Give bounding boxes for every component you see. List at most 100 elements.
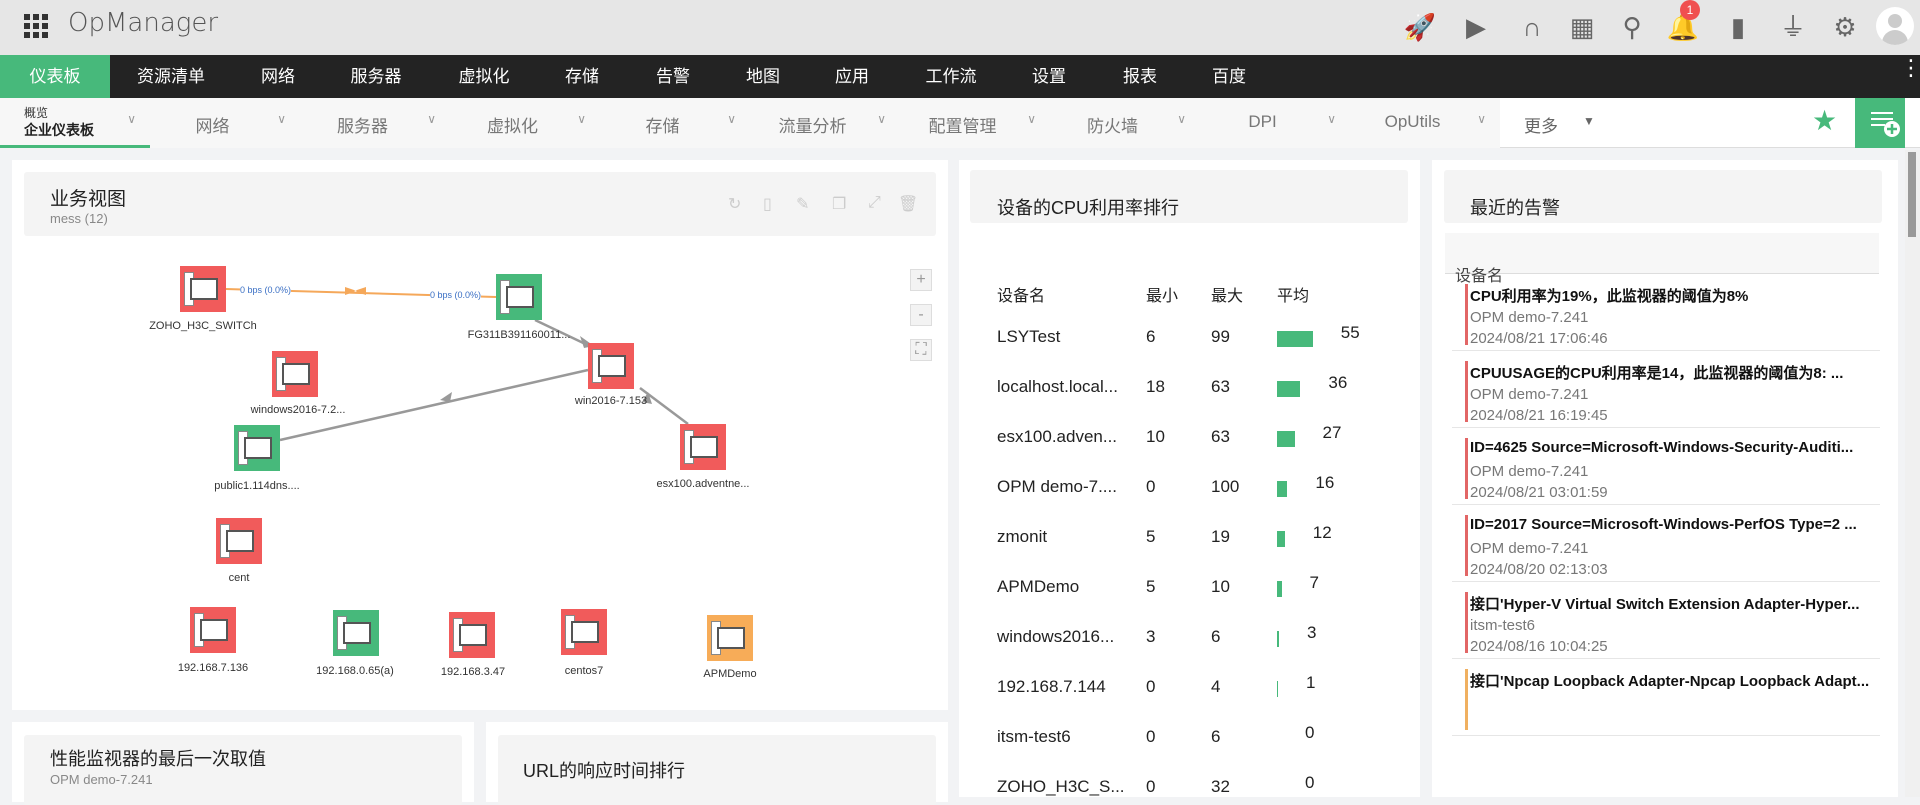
avg-value: 16 — [1315, 473, 1335, 492]
node-label: 192.168.0.65(a) — [316, 665, 394, 677]
node-label: APMDemo — [703, 668, 757, 680]
topology-node[interactable] — [234, 425, 280, 471]
topology-node[interactable] — [561, 609, 607, 655]
device-name[interactable]: OPM demo-7.... — [997, 477, 1117, 497]
node-label: ZOHO_H3C_SWITCh — [149, 320, 257, 332]
cpu-table-row: localhost.local... 18 63 36 — [997, 373, 1397, 401]
device-name[interactable]: itsm-test6 — [997, 727, 1071, 747]
monitor-icon — [506, 286, 534, 308]
severity-bar — [1465, 592, 1468, 653]
alert-title[interactable]: ID=2017 Source=Microsoft-Windows-PerfOS … — [1470, 516, 1870, 533]
panel-title: 性能监视器的最后一次取值 — [50, 749, 266, 769]
avg-bar — [1277, 631, 1279, 647]
zoom-in-button[interactable]: + — [910, 269, 932, 291]
avg-value: 0 — [1305, 773, 1315, 792]
topology-node[interactable] — [449, 612, 495, 658]
topology-node[interactable] — [180, 266, 226, 312]
avg-value: 1 — [1306, 673, 1316, 692]
topology-node[interactable] — [272, 351, 318, 397]
monitor-icon — [598, 355, 626, 377]
severity-bar — [1465, 515, 1468, 576]
topology-node[interactable] — [707, 615, 753, 661]
device-name[interactable]: ZOHO_H3C_S... — [997, 777, 1125, 797]
scrollbar[interactable] — [1905, 150, 1920, 797]
monitor-icon — [244, 437, 272, 459]
device-name[interactable]: localhost.local... — [997, 377, 1118, 397]
cpu-table-row: OPM demo-7.... 0 100 16 — [997, 473, 1397, 501]
alert-title[interactable]: 接口'Hyper-V Virtual Switch Extension Adap… — [1470, 593, 1870, 614]
alert-device: itsm-test6 — [1470, 617, 1536, 634]
alert-time: 2024/08/20 02:13:03 — [1470, 561, 1608, 578]
alert-title[interactable]: CPUUSAGE的CPU利用率是14，此监视器的阈值为8: ... — [1470, 362, 1870, 383]
min-value: 0 — [1146, 727, 1156, 746]
device-name[interactable]: APMDemo — [997, 577, 1079, 597]
scrollbar-thumb[interactable] — [1908, 152, 1916, 237]
node-label: 192.168.7.136 — [177, 662, 249, 674]
min-value: 5 — [1146, 527, 1156, 546]
alert-device: OPM demo-7.241 — [1470, 540, 1589, 557]
topology-node[interactable] — [496, 274, 542, 320]
min-value: 0 — [1146, 777, 1156, 796]
min-value: 3 — [1146, 627, 1156, 646]
device-name[interactable]: esx100.adven... — [997, 427, 1117, 447]
topology-node[interactable] — [190, 607, 236, 653]
fit-screen-button[interactable]: ⛶ — [910, 339, 932, 361]
avg-value: 12 — [1312, 523, 1332, 542]
node-label: centos7 — [564, 665, 604, 677]
zoom-out-button[interactable]: - — [910, 304, 932, 326]
alert-title[interactable]: ID=4625 Source=Microsoft-Windows-Securit… — [1470, 439, 1870, 456]
panel-subtitle: OPM demo-7.241 — [50, 772, 153, 787]
cpu-table-header: 设备名 最小 最大 平均 — [997, 282, 1397, 306]
node-label: win2016-7.153 — [574, 395, 648, 407]
max-value: 99 — [1211, 327, 1230, 346]
monitor-icon — [200, 619, 228, 641]
avg-value: 7 — [1309, 573, 1320, 592]
alert-item[interactable]: 接口'Hyper-V Virtual Switch Extension Adap… — [1452, 582, 1880, 659]
avg-value: 55 — [1340, 323, 1360, 342]
alert-title[interactable]: CPU利用率为19%，此监视器的阈值为8% — [1470, 285, 1870, 306]
alert-item[interactable]: CPUUSAGE的CPU利用率是14，此监视器的阈值为8: ... OPM de… — [1452, 351, 1880, 428]
device-name[interactable]: windows2016... — [997, 627, 1114, 647]
min-value: 5 — [1146, 577, 1156, 596]
max-value: 63 — [1211, 427, 1230, 446]
max-value: 6 — [1211, 627, 1221, 646]
monitor-icon — [571, 621, 599, 643]
alert-item[interactable]: ID=2017 Source=Microsoft-Windows-PerfOS … — [1452, 505, 1880, 582]
alert-device: OPM demo-7.241 — [1470, 463, 1589, 480]
panel-title: 最近的告警 — [1470, 198, 1560, 218]
device-name[interactable]: 192.168.7.144 — [997, 677, 1106, 697]
device-name[interactable]: LSYTest — [997, 327, 1060, 347]
max-value: 4 — [1211, 677, 1221, 696]
node-label: windows2016-7.2... — [250, 404, 346, 416]
cpu-table-row: zmonit 5 19 12 — [997, 523, 1397, 551]
cpu-table-row: esx100.adven... 10 63 27 — [997, 423, 1397, 451]
topology-node[interactable] — [588, 343, 634, 389]
max-value: 63 — [1211, 377, 1230, 396]
alert-title[interactable]: 接口'Npcap Loopback Adapter-Npcap Loopback… — [1470, 670, 1870, 691]
monitor-icon — [282, 363, 310, 385]
device-name[interactable]: zmonit — [997, 527, 1047, 547]
avg-bar — [1277, 581, 1282, 597]
topology-node[interactable] — [680, 424, 726, 470]
cpu-table-row: itsm-test6 0 6 0 — [997, 723, 1397, 751]
alert-item[interactable]: CPU利用率为19%，此监视器的阈值为8% OPM demo-7.241 202… — [1452, 274, 1880, 351]
node-label: public1.114dns.... — [214, 480, 300, 492]
alert-item[interactable]: 接口'Npcap Loopback Adapter-Npcap Loopback… — [1452, 659, 1880, 736]
panel-title: URL的响应时间排行 — [523, 761, 686, 781]
col-min: 最小 — [1146, 288, 1179, 305]
node-label: cent — [228, 572, 250, 584]
monitor-icon — [459, 624, 487, 646]
topology-node[interactable] — [333, 610, 379, 656]
max-value: 6 — [1211, 727, 1221, 746]
alerts-column-header — [1445, 233, 1879, 274]
node-label: esx100.adventne... — [656, 478, 750, 490]
monitor-icon — [690, 436, 718, 458]
topology-node[interactable] — [216, 518, 262, 564]
min-value: 10 — [1146, 427, 1165, 446]
max-value: 10 — [1211, 577, 1230, 596]
avg-bar — [1277, 381, 1301, 397]
alert-device: OPM demo-7.241 — [1470, 386, 1589, 403]
panel-title: 设备的CPU利用率排行 — [997, 198, 1180, 218]
node-label: 192.168.3.47 — [440, 666, 506, 678]
alert-item[interactable]: ID=4625 Source=Microsoft-Windows-Securit… — [1452, 428, 1880, 505]
